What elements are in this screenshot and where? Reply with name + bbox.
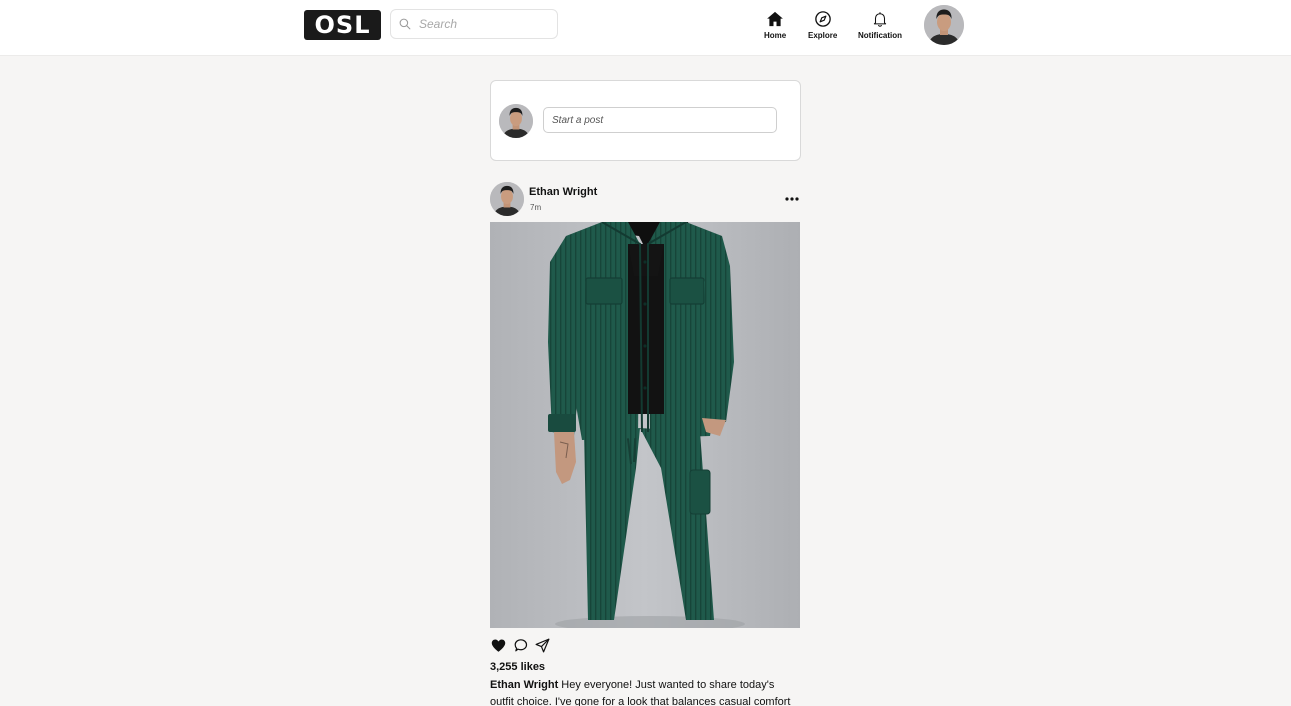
nav-explore-label: Explore bbox=[808, 31, 838, 40]
more-icon[interactable] bbox=[784, 194, 800, 204]
post-caption: Ethan Wright Hey everyone! Just wanted t… bbox=[490, 677, 800, 706]
bell-icon bbox=[873, 12, 887, 27]
post-author-name[interactable]: Ethan Wright bbox=[529, 186, 597, 198]
post-composer bbox=[490, 80, 801, 161]
post-timestamp: 7m bbox=[530, 203, 542, 212]
comment-icon[interactable] bbox=[512, 637, 529, 654]
share-icon[interactable] bbox=[534, 637, 551, 654]
search-input[interactable] bbox=[419, 17, 549, 31]
nav-home-label: Home bbox=[764, 31, 787, 40]
profile-avatar[interactable] bbox=[924, 5, 964, 45]
osl-logo[interactable]: OSL bbox=[304, 10, 381, 40]
nav-home[interactable]: Home bbox=[764, 10, 786, 40]
home-icon bbox=[767, 11, 783, 27]
post-image[interactable] bbox=[490, 222, 800, 628]
post-author-avatar[interactable] bbox=[490, 182, 524, 216]
outfit-photo bbox=[490, 222, 800, 628]
compass-icon bbox=[814, 11, 831, 27]
heart-icon[interactable] bbox=[490, 637, 507, 654]
composer-avatar bbox=[499, 104, 533, 138]
post-actions bbox=[490, 635, 551, 655]
nav-notification[interactable]: Notification bbox=[858, 10, 902, 40]
caption-author[interactable]: Ethan Wright bbox=[490, 679, 558, 691]
search-box[interactable] bbox=[390, 9, 558, 39]
start-post-input[interactable] bbox=[543, 107, 777, 133]
like-count[interactable]: 3,255 likes bbox=[490, 661, 545, 673]
top-navigation-bar: OSL Home Explore Notification bbox=[0, 0, 1291, 56]
search-icon bbox=[399, 18, 411, 30]
nav-explore[interactable]: Explore bbox=[808, 10, 837, 40]
nav-notification-label: Notification bbox=[858, 31, 902, 40]
